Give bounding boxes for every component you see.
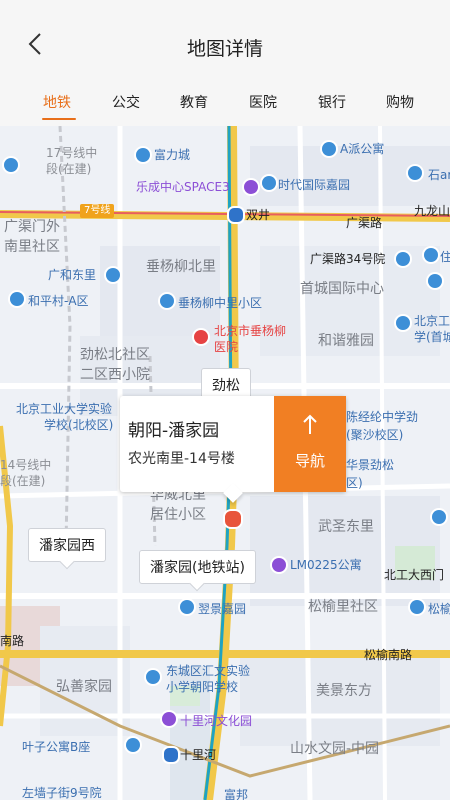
poi-bottom-mid[interactable]: 富邦 (224, 786, 248, 800)
header: 地图详情 (0, 0, 450, 92)
poi-lecheng[interactable]: 乐成中心SPACE3 (136, 178, 230, 195)
poi-huajing-1[interactable]: 华景劲松 (346, 456, 394, 473)
poi-beigong-gate: 北工大西门 (384, 568, 445, 582)
poi-icon (126, 738, 140, 752)
hospital-icon (194, 330, 208, 344)
poi-icon (396, 316, 410, 330)
poi-dongcheng-1[interactable]: 东城区汇文实验 (166, 662, 250, 679)
poi-icon (432, 510, 446, 524)
area-hexie: 和谐雅园 (318, 333, 374, 349)
area-shoucheng: 首城国际中心 (300, 281, 384, 297)
poi-icon (146, 670, 160, 684)
navigate-arrow-icon (302, 414, 318, 440)
line17-label-1: 17号线中 (46, 146, 98, 160)
line7-tag: 7号线 (80, 204, 115, 218)
area-guangqumen-2: 南里社区 (4, 239, 60, 255)
station-icon[interactable] (227, 206, 245, 224)
callout-panjiayuan-west[interactable]: 潘家园西 (28, 528, 106, 562)
park-icon (162, 712, 176, 726)
area-shanshui: 山水文园-中园 (290, 741, 380, 757)
poi-guanghe[interactable]: 广和东里 (48, 266, 96, 283)
area-guangqumen-1: 广渠门外 (4, 219, 60, 235)
area-jinsong-north-1: 劲松北社区 (80, 347, 150, 363)
road-songyu: 松榆南路 (364, 648, 413, 662)
poi-chenjing-1[interactable]: 陈经纶中学劲 (346, 408, 418, 425)
area-hongshan: 弘善家园 (56, 679, 112, 695)
location-info-card: 朝阳-潘家园 农光南里-14号楼 导航 (120, 396, 346, 492)
poi-beigongye-2[interactable]: 学(首城 (414, 328, 450, 345)
navigate-button[interactable]: 导航 (274, 396, 346, 492)
poi-shiyou[interactable]: 石artist (428, 166, 450, 183)
active-tab-indicator (42, 118, 76, 120)
area-huawei-2: 居住小区 (150, 507, 206, 523)
tab-bank[interactable]: 银行 (318, 92, 346, 112)
tab-shopping[interactable]: 购物 (386, 92, 414, 112)
poi-icon (10, 292, 24, 306)
area-meijing: 美景东方 (316, 683, 372, 699)
poi-yezi[interactable]: 叶子公寓B座 (22, 738, 90, 755)
poi-yujing[interactable]: 翌景嘉园 (198, 600, 246, 617)
location-name: 朝阳-潘家园 (128, 421, 220, 441)
shopping-icon (244, 180, 258, 194)
poi-shilihe-park[interactable]: 十里河文化园 (180, 712, 252, 729)
tab-education[interactable]: 教育 (180, 92, 208, 112)
poi-dongcheng-2[interactable]: 小学朝阳学校 (166, 678, 238, 695)
callout-panjiayuan[interactable]: 潘家园(地铁站) (139, 550, 256, 584)
area-wusheng: 武圣东里 (318, 519, 374, 535)
poi-icon (262, 176, 276, 190)
station-icon[interactable] (162, 746, 180, 764)
poi-apai[interactable]: A派公寓 (340, 140, 384, 157)
apartment-icon (272, 558, 286, 572)
poi-jiulong: 九龙山 (414, 204, 450, 218)
area-jinsong-north-2: 二区西小院 (80, 367, 150, 383)
poi-zhu[interactable]: 住 (440, 248, 450, 265)
line17-label-2: 段(在建) (46, 162, 92, 176)
poi-icon (136, 148, 150, 162)
poi-icon (4, 158, 18, 172)
poi-school-1[interactable]: 北京工业大学实验 (16, 400, 112, 417)
location-address: 农光南里-14号楼 (128, 451, 235, 467)
line14-label-2: 段(在建) (0, 474, 46, 488)
poi-fuli[interactable]: 富力城 (154, 146, 190, 163)
road-nanlu: 南路 (0, 634, 25, 648)
poi-songyu-r[interactable]: 松榆 (428, 600, 450, 617)
poi-guangqu34[interactable]: 广渠路34号院 (310, 250, 385, 267)
tab-subway[interactable]: 地铁 (43, 92, 71, 112)
poi-lm0225[interactable]: LM0225公寓 (290, 556, 362, 573)
poi-school-2[interactable]: 学校(北校区) (44, 416, 113, 433)
poi-icon (396, 252, 410, 266)
road-guangqu: 广渠路 (346, 216, 383, 230)
tab-bus[interactable]: 公交 (112, 92, 140, 112)
poi-hepingcun[interactable]: 和平村-A区 (28, 292, 89, 309)
poi-chenjing-2[interactable]: (聚沙校区) (346, 426, 403, 443)
poi-beigongye-1[interactable]: 北京工 (414, 312, 450, 329)
poi-icon (106, 268, 120, 282)
poi-icon (322, 142, 336, 156)
line14-label-1: 14号线中 (0, 458, 52, 472)
area-chuiyang: 垂杨柳北里 (146, 259, 216, 275)
station-shilihe[interactable]: 十里河 (180, 746, 216, 763)
location-pin-icon[interactable] (223, 509, 243, 529)
poi-icon (180, 600, 194, 614)
poi-hospital-1[interactable]: 北京市垂杨柳 (214, 322, 286, 339)
navigate-label: 导航 (294, 452, 325, 470)
category-tabs: 地铁 公交 教育 医院 银行 购物 (0, 92, 450, 126)
station-shuangjing[interactable]: 双井 (246, 206, 270, 223)
poi-chuiyang-mid[interactable]: 垂杨柳中里小区 (178, 294, 262, 311)
poi-bottom-left[interactable]: 左墙子街9号院 (22, 784, 102, 800)
poi-huajing-2[interactable]: 区) (346, 474, 363, 491)
poi-icon (160, 294, 174, 308)
poi-hospital-2[interactable]: 医院 (214, 338, 238, 355)
page-title: 地图详情 (186, 38, 263, 60)
poi-icon (428, 274, 442, 288)
poi-icon (410, 600, 424, 614)
area-songyuli: 松榆里社区 (308, 599, 378, 615)
poi-icon (408, 166, 422, 180)
poi-icon (424, 248, 438, 262)
poi-shidai[interactable]: 时代国际嘉园 (278, 176, 350, 193)
tab-hospital[interactable]: 医院 (249, 92, 277, 112)
